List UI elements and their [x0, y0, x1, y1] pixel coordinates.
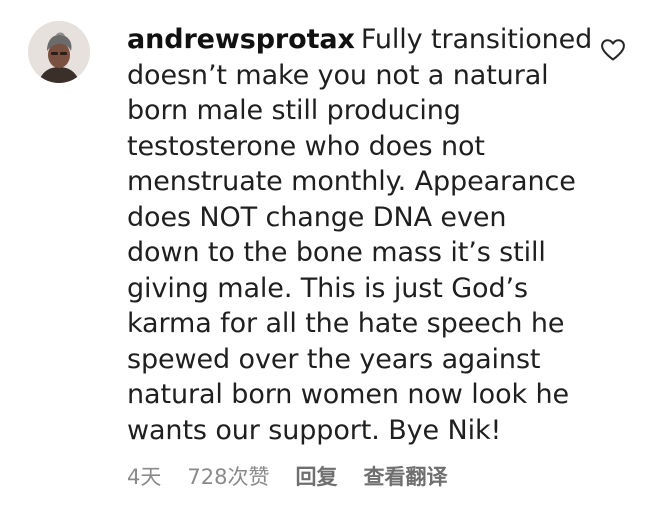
comment-text-line: testosterone who does not: [127, 130, 485, 162]
comment-line-1: andrewsprotax Fully transitioned: [127, 22, 597, 58]
comment-text-line: giving male. This is just God’s: [127, 272, 528, 304]
comment-item: andrewsprotax Fully transitioned doesn’t …: [0, 0, 650, 508]
comment-text-line: wants our support. Bye Nik!: [127, 414, 502, 446]
like-count[interactable]: 728次赞: [187, 461, 269, 491]
see-translation-button[interactable]: 查看翻译: [363, 461, 447, 491]
avatar-image: [28, 21, 90, 83]
comment-text-line: down to the bone mass it’s still: [127, 237, 546, 268]
comment-text-line: born male still producing: [127, 95, 461, 126]
comment-text-line: karma for all the hate speech he: [127, 308, 565, 339]
comment-text-line: natural born women now look he: [127, 379, 570, 410]
comment-text-line: menstruate monthly. Appearance: [127, 166, 576, 197]
comment-username[interactable]: andrewsprotax: [127, 24, 355, 55]
comment-text-line: doesn’t make you not a natural: [127, 59, 549, 91]
comment-text-line: spewed over the years against: [127, 343, 541, 375]
heart-outline-icon: [601, 39, 625, 61]
comment-text-line: does NOT change DNA even: [127, 201, 507, 233]
comment-text-line: Fully transitioned: [360, 24, 593, 55]
comment-meta: 4天 728次赞 回复 查看翻译: [127, 459, 447, 493]
comment-age: 4天: [127, 465, 162, 489]
avatar[interactable]: [28, 21, 90, 83]
comment-body: andrewsprotax Fully transitioned doesn’t …: [127, 22, 597, 448]
reply-button[interactable]: 回复: [295, 461, 337, 491]
like-button[interactable]: [600, 38, 626, 62]
